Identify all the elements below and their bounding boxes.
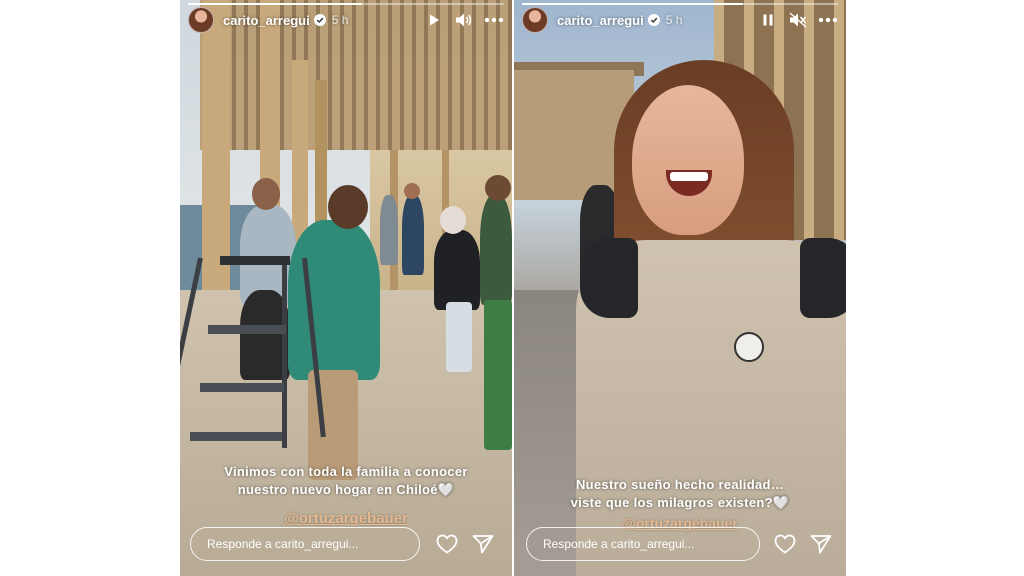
username[interactable]: carito_arregui — [223, 13, 310, 28]
verified-badge-icon — [313, 14, 326, 26]
more-options-icon[interactable] — [818, 10, 838, 30]
verified-badge-icon — [647, 14, 660, 26]
post-time: 5 h — [665, 13, 683, 27]
story-progress-bar — [522, 3, 838, 5]
caption-line: nuestro nuevo hogar en Chiloé🤍 — [237, 482, 455, 497]
reply-input[interactable] — [526, 527, 760, 561]
story-progress-fill — [188, 3, 362, 5]
like-heart-icon[interactable] — [435, 532, 459, 556]
send-share-icon[interactable] — [471, 532, 495, 556]
caption-line: Nuestro sueño hecho realidad… — [575, 477, 785, 492]
send-share-icon[interactable] — [809, 532, 833, 556]
volume-muted-icon[interactable] — [788, 10, 808, 30]
more-options-icon[interactable] — [484, 10, 504, 30]
like-heart-icon[interactable] — [773, 532, 797, 556]
story-caption: Vinimos con toda la familia a conocer nu… — [180, 463, 512, 499]
post-time: 5 h — [331, 13, 349, 27]
caption-line: viste que los milagros existen?🤍 — [570, 495, 790, 510]
story-panel-1[interactable]: carito_arregui 5 h Vinimos con toda la f… — [180, 0, 512, 576]
story-progress-fill — [522, 3, 744, 5]
mention-link[interactable]: @ortuzargebauer — [180, 510, 512, 527]
pause-icon[interactable] — [758, 10, 778, 30]
avatar[interactable] — [188, 7, 214, 33]
story-panel-2[interactable]: carito_arregui 5 h Nuestro sueño hecho r… — [514, 0, 846, 576]
story-header: carito_arregui 5 h — [522, 6, 838, 34]
story-caption: Nuestro sueño hecho realidad… viste que … — [514, 476, 846, 512]
story-header: carito_arregui 5 h — [188, 6, 504, 34]
caption-line: Vinimos con toda la familia a conocer — [224, 464, 468, 479]
avatar[interactable] — [522, 7, 548, 33]
reply-input[interactable] — [190, 527, 420, 561]
username[interactable]: carito_arregui — [557, 13, 644, 28]
play-icon[interactable] — [424, 10, 444, 30]
volume-on-icon[interactable] — [454, 10, 474, 30]
story-progress-bar — [188, 3, 504, 5]
